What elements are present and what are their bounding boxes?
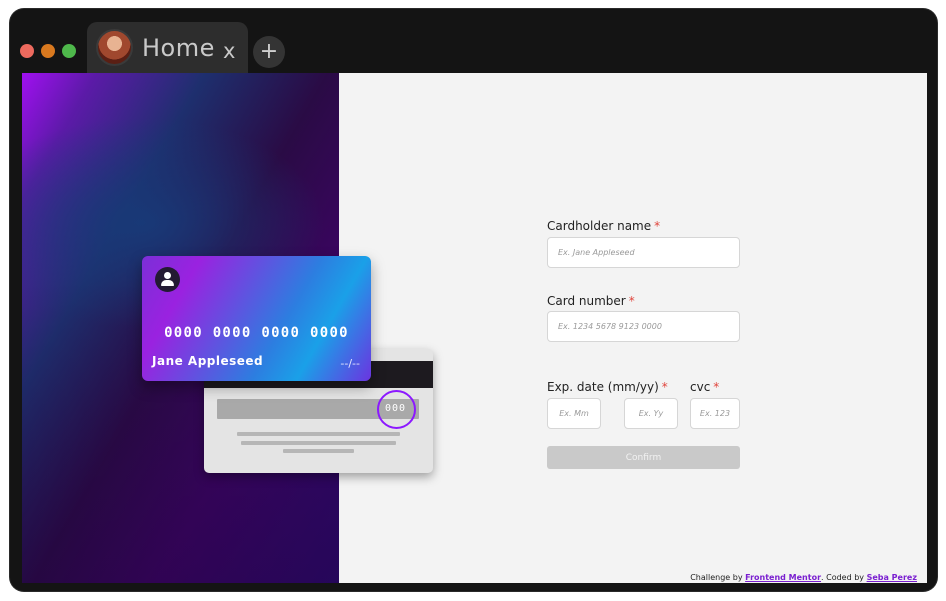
card-number-label-text: Card number bbox=[547, 294, 626, 308]
page-viewport: 0000 0000 0000 0000 Jane Appleseed --/--… bbox=[22, 73, 927, 583]
avatar bbox=[96, 29, 133, 66]
footer-prefix: Challenge by bbox=[690, 573, 746, 582]
exp-year-input[interactable] bbox=[624, 398, 678, 429]
confirm-button[interactable]: Confirm bbox=[547, 446, 740, 469]
card-front: 0000 0000 0000 0000 Jane Appleseed --/-- bbox=[142, 256, 371, 381]
footer-middle: . Coded by bbox=[821, 573, 867, 582]
cardholder-name-input[interactable] bbox=[547, 237, 740, 268]
card-back-line bbox=[283, 449, 354, 453]
cvc-highlight-circle bbox=[377, 390, 416, 429]
required-mark: * bbox=[628, 294, 635, 308]
card-number-label: Card number * bbox=[547, 294, 635, 308]
new-tab-button[interactable]: + bbox=[253, 36, 285, 68]
exp-date-label-text: Exp. date (mm/yy) bbox=[547, 380, 659, 394]
cardholder-label-text: Cardholder name bbox=[547, 219, 652, 233]
author-link[interactable]: Seba Perez bbox=[867, 573, 917, 582]
card-number-input[interactable] bbox=[547, 311, 740, 342]
tab-home[interactable]: Home x bbox=[87, 22, 248, 73]
exp-date-label: Exp. date (mm/yy) * bbox=[547, 380, 668, 394]
required-mark: * bbox=[654, 219, 661, 233]
close-window-button[interactable] bbox=[20, 44, 34, 58]
cvc-input[interactable] bbox=[690, 398, 740, 429]
required-mark: * bbox=[713, 380, 720, 394]
browser-window: Home x + 0000 0000 0000 0000 Jane Apples… bbox=[10, 9, 937, 591]
cardholder-label: Cardholder name * bbox=[547, 219, 660, 233]
cvc-label: cvc * bbox=[690, 380, 719, 394]
card-back-line bbox=[237, 432, 400, 436]
card-expiry-display: --/-- bbox=[340, 357, 360, 370]
title-bar: Home x + bbox=[10, 9, 937, 73]
required-mark: * bbox=[661, 380, 668, 394]
tab-close-button[interactable]: x bbox=[223, 39, 235, 63]
card-name-display: Jane Appleseed bbox=[152, 354, 264, 368]
exp-month-input[interactable] bbox=[547, 398, 601, 429]
tab-title: Home bbox=[142, 34, 215, 62]
maximize-window-button[interactable] bbox=[62, 44, 76, 58]
card-back-line bbox=[241, 441, 396, 445]
attribution-footer: Challenge by Frontend Mentor. Coded by S… bbox=[690, 573, 917, 582]
user-icon bbox=[155, 267, 180, 292]
minimize-window-button[interactable] bbox=[41, 44, 55, 58]
cvc-label-text: cvc bbox=[690, 380, 711, 394]
card-number-display: 0000 0000 0000 0000 bbox=[164, 325, 349, 341]
frontend-mentor-link[interactable]: Frontend Mentor bbox=[745, 573, 821, 582]
